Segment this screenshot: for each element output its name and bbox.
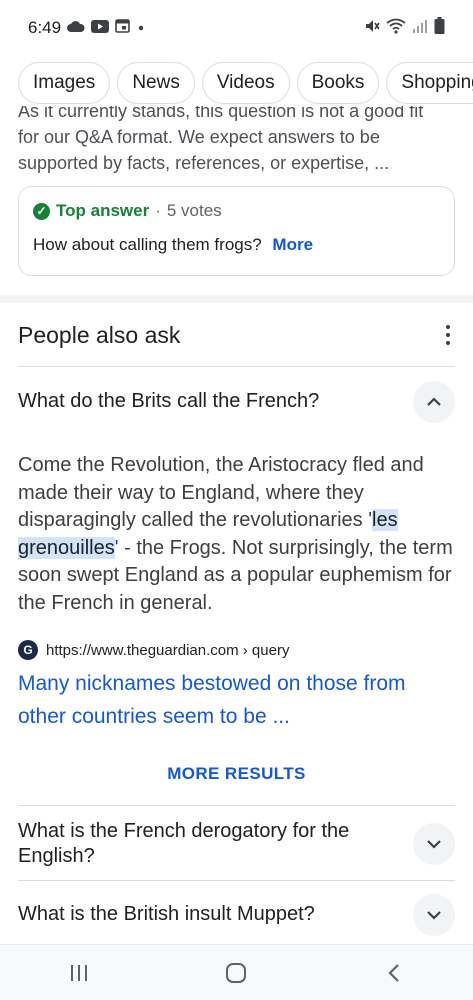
section-divider	[0, 295, 473, 303]
divider	[18, 880, 455, 881]
chip-books[interactable]: Books	[296, 62, 380, 104]
snippet-line: As it currently stands, this question is…	[18, 106, 424, 121]
youtube-icon	[91, 18, 110, 38]
chip-images[interactable]: Images	[18, 62, 111, 104]
recent-apps-icon[interactable]	[49, 953, 109, 993]
home-icon[interactable]	[206, 953, 266, 993]
snippet-line: for our Q&A format. We expect answers to…	[18, 127, 380, 147]
result-snippet: As it currently stands, this question is…	[18, 106, 458, 182]
chip-shopping[interactable]: Shopping	[386, 62, 473, 104]
votes-count: 5 votes	[166, 201, 222, 220]
answer-part-1: Come the Revolution, the Aristocracy fle…	[18, 454, 424, 531]
system-nav-bar	[0, 944, 473, 1000]
chip-videos[interactable]: Videos	[201, 62, 290, 104]
divider	[18, 805, 455, 806]
source-row[interactable]: G https://www.theguardian.com › query	[18, 640, 289, 660]
chip-news[interactable]: News	[117, 62, 195, 104]
paa-question-expanded[interactable]: What do the Brits call the French?	[18, 389, 319, 414]
more-options-icon[interactable]	[440, 325, 456, 345]
filter-chips: Images News Videos Books Shopping	[0, 56, 473, 110]
paa-question-collapsed[interactable]: What is the British insult Muppet?	[18, 902, 315, 927]
back-icon[interactable]	[364, 953, 424, 993]
top-answer-text: How about calling them frogs?	[33, 235, 262, 254]
chevron-up-icon[interactable]	[413, 381, 455, 423]
top-answer-label: Top answer	[56, 201, 150, 220]
snippet-line: supported by facts, references, or exper…	[18, 153, 390, 173]
chevron-down-icon[interactable]	[413, 894, 455, 936]
dot-icon	[136, 18, 146, 38]
result-title-link[interactable]: Many nicknames bestowed on those from ot…	[18, 667, 458, 733]
signal-icon	[412, 18, 428, 38]
battery-icon	[434, 17, 445, 39]
status-bar: 6:49	[0, 0, 473, 56]
guardian-favicon-icon: G	[18, 640, 38, 660]
more-results-button[interactable]: MORE RESULTS	[0, 764, 473, 784]
status-time: 6:49	[28, 18, 62, 37]
paa-question-collapsed[interactable]: What is the French derogatory for the En…	[18, 819, 398, 869]
wifi-icon	[386, 18, 406, 39]
paa-answer-text: Come the Revolution, the Aristocracy fle…	[18, 452, 458, 617]
votes-separator: ·	[155, 201, 161, 220]
top-answer-more-link[interactable]: More	[272, 235, 313, 254]
check-circle-icon: ✓	[33, 202, 50, 220]
cloud-icon	[67, 18, 85, 38]
chevron-down-icon[interactable]	[413, 823, 455, 865]
people-also-ask-title: People also ask	[18, 322, 181, 348]
mute-icon	[364, 18, 380, 39]
calendar-icon	[115, 18, 130, 38]
divider	[18, 366, 455, 367]
source-url: https://www.theguardian.com › query	[46, 641, 290, 659]
top-answer-card[interactable]: ✓ Top answer · 5 votes How about calling…	[18, 186, 455, 276]
